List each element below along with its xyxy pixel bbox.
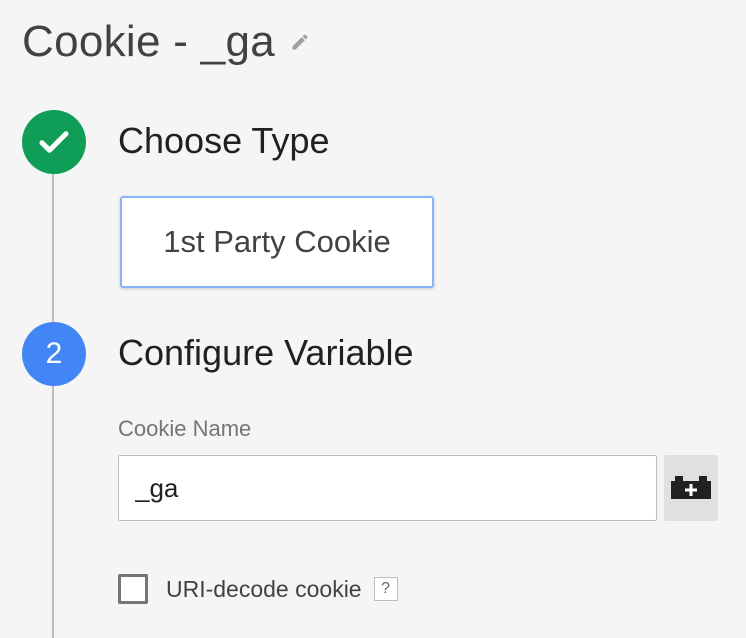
step-connector-line (52, 174, 54, 322)
help-icon[interactable]: ? (373, 577, 398, 601)
step-complete-indicator (22, 110, 86, 174)
title-row: Cookie - _ga (22, 12, 311, 72)
variable-type-card[interactable]: 1st Party Cookie (120, 196, 434, 288)
uri-decode-checkbox[interactable] (118, 574, 148, 604)
add-variable-icon (671, 476, 711, 499)
step-number: 2 (45, 337, 63, 370)
uri-decode-row: URI-decode cookie ? (118, 574, 398, 604)
step-number-indicator: 2 (22, 322, 86, 386)
cookie-name-label: Cookie Name (118, 416, 252, 441)
step-heading-configure-variable: Configure Variable (118, 332, 414, 373)
step-connector-line (52, 386, 54, 638)
insert-variable-button[interactable] (664, 455, 718, 521)
cookie-name-input[interactable] (118, 455, 657, 521)
variable-editor: Cookie - _ga Choose Type 1st Party Cooki… (0, 0, 746, 638)
step-heading-choose-type: Choose Type (118, 120, 330, 161)
page-title: Cookie - _ga (22, 17, 276, 66)
pencil-icon[interactable] (289, 31, 311, 53)
uri-decode-label: URI-decode cookie (166, 575, 362, 602)
checkmark-icon (39, 131, 69, 153)
